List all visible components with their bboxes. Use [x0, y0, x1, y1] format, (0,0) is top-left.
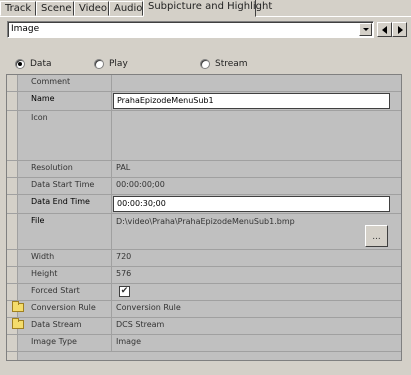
radio-data[interactable]: Data: [15, 57, 52, 71]
property-name-width: Width: [19, 250, 112, 266]
property-row-forced-start[interactable]: Forced Start ✔: [7, 284, 401, 301]
property-value-width[interactable]: 720: [113, 250, 401, 266]
property-name-height: Height: [19, 267, 112, 283]
radio-stream-dot[interactable]: [200, 59, 210, 69]
mode-radio-group: Data Play Stream: [0, 57, 411, 71]
property-row-comment[interactable]: Comment: [7, 75, 401, 92]
radio-play-label: Play: [109, 59, 128, 69]
property-name-data-start-time: Data Start Time: [19, 178, 112, 194]
type-select-value: Image: [11, 24, 40, 34]
property-row-width[interactable]: Width 720: [7, 250, 401, 267]
tab-audio[interactable]: Audio: [109, 1, 143, 16]
property-row-file[interactable]: File D:\video\Praha\PrahaEpizodeMenuSub1…: [7, 214, 401, 250]
property-row-data-start-time[interactable]: Data Start Time 00:00:00;00: [7, 178, 401, 195]
property-value-file: D:\video\Praha\PrahaEpizodeMenuSub1.bmp …: [113, 214, 401, 249]
tab-track[interactable]: Track: [0, 1, 36, 16]
data-end-time-field[interactable]: 00:00:30;00: [113, 196, 390, 212]
previous-button[interactable]: [377, 22, 392, 37]
next-button[interactable]: [392, 22, 407, 37]
property-name-data-end-time: Data End Time: [19, 195, 112, 213]
property-row-name[interactable]: Name PrahaEpizodeMenuSub1: [7, 92, 401, 111]
property-value-comment[interactable]: [113, 75, 401, 91]
chevron-down-icon[interactable]: [359, 23, 372, 36]
radio-stream-label: Stream: [215, 59, 248, 69]
browse-button[interactable]: ...: [365, 225, 388, 247]
radio-data-dot[interactable]: [15, 59, 25, 69]
grid-right-edge: [402, 74, 410, 361]
property-value-data-start-time[interactable]: 00:00:00;00: [113, 178, 401, 194]
property-value-height[interactable]: 576: [113, 267, 401, 283]
property-row-height[interactable]: Height 576: [7, 267, 401, 284]
bottom-bar: [0, 362, 411, 375]
property-row-data-end-time[interactable]: Data End Time 00:00:30;00: [7, 195, 401, 214]
property-grid: Comment Name PrahaEpizodeMenuSub1 Icon R…: [6, 74, 402, 361]
property-name-image-type: Image Type: [19, 335, 112, 351]
property-name-file: File: [19, 214, 112, 249]
property-row-image-type[interactable]: Image Type Image: [7, 335, 401, 352]
property-name-name: Name: [19, 92, 112, 110]
property-name-comment: Comment: [19, 75, 112, 91]
property-value-forced-start: ✔: [113, 284, 401, 300]
type-select[interactable]: Image: [7, 21, 374, 38]
property-row-data-stream[interactable]: Data Stream DCS Stream: [7, 318, 401, 335]
property-name-conversion-rule: Conversion Rule: [19, 301, 112, 317]
tab-scene[interactable]: Scene: [36, 1, 74, 16]
tab-subpicture-and-highlight[interactable]: Subpicture and Highlight: [143, 0, 272, 17]
property-value-icon: [113, 111, 401, 160]
property-name-icon: Icon: [19, 111, 112, 160]
property-name-data-stream: Data Stream: [19, 318, 112, 334]
forced-start-checkbox[interactable]: ✔: [119, 286, 130, 297]
property-row-resolution[interactable]: Resolution PAL: [7, 161, 401, 178]
property-row-conversion-rule[interactable]: Conversion Rule Conversion Rule: [7, 301, 401, 318]
name-field[interactable]: PrahaEpizodeMenuSub1: [113, 93, 390, 109]
radio-play-dot[interactable]: [94, 59, 104, 69]
property-value-resolution[interactable]: PAL: [113, 161, 401, 177]
radio-play[interactable]: Play: [94, 57, 128, 71]
tab-bar: Track Scene Video Audio Subpicture and H…: [0, 0, 411, 17]
property-row-icon[interactable]: Icon: [7, 111, 401, 161]
property-value-image-type[interactable]: Image: [113, 335, 401, 351]
arrow-left-icon: [382, 26, 387, 34]
property-name-resolution: Resolution: [19, 161, 112, 177]
property-name-forced-start: Forced Start: [19, 284, 112, 300]
arrow-right-icon: [398, 26, 403, 34]
radio-data-label: Data: [30, 59, 52, 69]
file-path-field[interactable]: D:\video\Praha\PrahaEpizodeMenuSub1.bmp: [116, 217, 295, 226]
tab-video[interactable]: Video: [74, 1, 109, 16]
radio-stream[interactable]: Stream: [200, 57, 248, 71]
property-value-conversion-rule[interactable]: Conversion Rule: [113, 301, 401, 317]
property-value-data-stream[interactable]: DCS Stream: [113, 318, 401, 334]
